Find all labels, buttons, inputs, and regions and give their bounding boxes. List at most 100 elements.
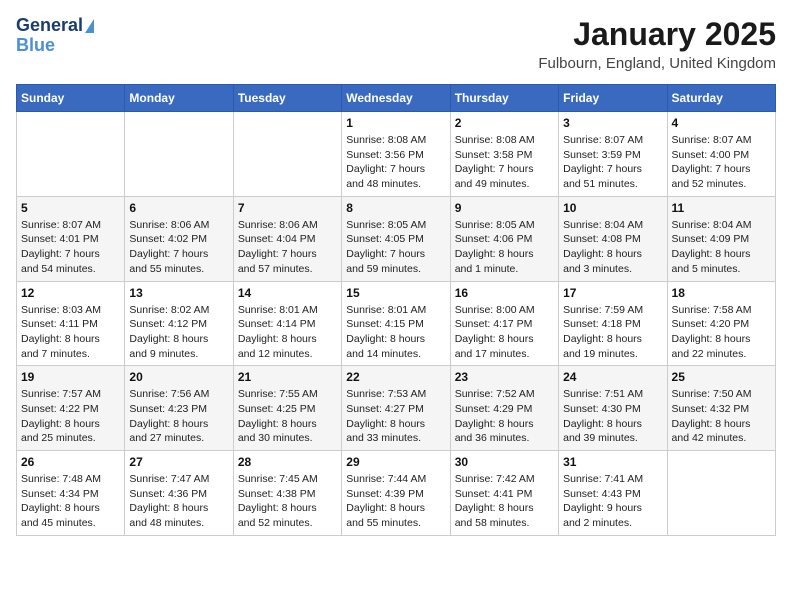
day-info: Sunrise: 7:53 AMSunset: 4:27 PMDaylight:… [346, 387, 445, 446]
day-number: 16 [455, 286, 554, 300]
logo: General Blue [16, 16, 94, 56]
day-number: 25 [672, 370, 771, 384]
day-info: Sunrise: 8:04 AMSunset: 4:09 PMDaylight:… [672, 218, 771, 277]
day-number: 28 [238, 455, 337, 469]
day-info: Sunrise: 7:59 AMSunset: 4:18 PMDaylight:… [563, 303, 662, 362]
day-info: Sunrise: 8:08 AMSunset: 3:58 PMDaylight:… [455, 133, 554, 192]
day-info: Sunrise: 8:01 AMSunset: 4:14 PMDaylight:… [238, 303, 337, 362]
day-info: Sunrise: 7:45 AMSunset: 4:38 PMDaylight:… [238, 472, 337, 531]
day-cell: 21 Sunrise: 7:55 AMSunset: 4:25 PMDayligh… [233, 366, 341, 451]
day-header-sunday: Sunday [17, 85, 125, 112]
day-info: Sunrise: 7:58 AMSunset: 4:20 PMDaylight:… [672, 303, 771, 362]
day-number: 29 [346, 455, 445, 469]
day-info: Sunrise: 8:08 AMSunset: 3:56 PMDaylight:… [346, 133, 445, 192]
day-number: 20 [129, 370, 228, 384]
day-info: Sunrise: 8:05 AMSunset: 4:06 PMDaylight:… [455, 218, 554, 277]
day-number: 23 [455, 370, 554, 384]
day-number: 13 [129, 286, 228, 300]
day-cell: 8 Sunrise: 8:05 AMSunset: 4:05 PMDaylight… [342, 196, 450, 281]
day-number: 8 [346, 201, 445, 215]
day-number: 2 [455, 116, 554, 130]
day-cell: 11 Sunrise: 8:04 AMSunset: 4:09 PMDayligh… [667, 196, 775, 281]
day-cell: 2 Sunrise: 8:08 AMSunset: 3:58 PMDaylight… [450, 112, 558, 197]
day-info: Sunrise: 8:07 AMSunset: 4:00 PMDaylight:… [672, 133, 771, 192]
day-cell: 9 Sunrise: 8:05 AMSunset: 4:06 PMDaylight… [450, 196, 558, 281]
day-cell: 19 Sunrise: 7:57 AMSunset: 4:22 PMDayligh… [17, 366, 125, 451]
day-number: 9 [455, 201, 554, 215]
day-number: 12 [21, 286, 120, 300]
day-info: Sunrise: 7:48 AMSunset: 4:34 PMDaylight:… [21, 472, 120, 531]
day-info: Sunrise: 8:07 AMSunset: 3:59 PMDaylight:… [563, 133, 662, 192]
day-info: Sunrise: 8:01 AMSunset: 4:15 PMDaylight:… [346, 303, 445, 362]
calendar-subtitle: Fulbourn, England, United Kingdom [538, 55, 776, 72]
day-number: 26 [21, 455, 120, 469]
day-number: 31 [563, 455, 662, 469]
day-cell: 14 Sunrise: 8:01 AMSunset: 4:14 PMDayligh… [233, 281, 341, 366]
day-cell: 3 Sunrise: 8:07 AMSunset: 3:59 PMDaylight… [559, 112, 667, 197]
day-info: Sunrise: 8:04 AMSunset: 4:08 PMDaylight:… [563, 218, 662, 277]
day-number: 21 [238, 370, 337, 384]
day-header-wednesday: Wednesday [342, 85, 450, 112]
week-row-2: 5Sunrise: 8:07 AMSunset: 4:01 PMDaylight… [17, 196, 776, 281]
week-row-1: 1 Sunrise: 8:08 AMSunset: 3:56 PMDaylight… [17, 112, 776, 197]
day-cell: 30 Sunrise: 7:42 AMSunset: 4:41 PMDayligh… [450, 451, 558, 536]
day-info: Sunrise: 8:05 AMSunset: 4:05 PMDaylight:… [346, 218, 445, 277]
logo-text-line1: General [16, 16, 83, 36]
day-cell: 28 Sunrise: 7:45 AMSunset: 4:38 PMDayligh… [233, 451, 341, 536]
day-number: 3 [563, 116, 662, 130]
day-cell: 22 Sunrise: 7:53 AMSunset: 4:27 PMDayligh… [342, 366, 450, 451]
day-number: 14 [238, 286, 337, 300]
calendar-table: SundayMondayTuesdayWednesdayThursdayFrid… [16, 84, 776, 536]
day-info: Sunrise: 8:06 AMSunset: 4:02 PMDaylight:… [129, 218, 228, 277]
week-row-5: 26 Sunrise: 7:48 AMSunset: 4:34 PMDayligh… [17, 451, 776, 536]
logo-triangle-icon [85, 19, 94, 33]
day-cell: 18 Sunrise: 7:58 AMSunset: 4:20 PMDayligh… [667, 281, 775, 366]
day-cell: 7Sunrise: 8:06 AMSunset: 4:04 PMDaylight… [233, 196, 341, 281]
day-info: Sunrise: 7:52 AMSunset: 4:29 PMDaylight:… [455, 387, 554, 446]
day-info: Sunrise: 8:00 AMSunset: 4:17 PMDaylight:… [455, 303, 554, 362]
day-cell: 6 Sunrise: 8:06 AMSunset: 4:02 PMDaylight… [125, 196, 233, 281]
day-number: 1 [346, 116, 445, 130]
day-cell: 23 Sunrise: 7:52 AMSunset: 4:29 PMDayligh… [450, 366, 558, 451]
day-cell: 15 Sunrise: 8:01 AMSunset: 4:15 PMDayligh… [342, 281, 450, 366]
week-row-4: 19 Sunrise: 7:57 AMSunset: 4:22 PMDayligh… [17, 366, 776, 451]
page-header: General Blue January 2025 Fulbourn, Engl… [16, 16, 776, 72]
day-info: Sunrise: 7:56 AMSunset: 4:23 PMDaylight:… [129, 387, 228, 446]
day-number: 17 [563, 286, 662, 300]
day-cell: 20 Sunrise: 7:56 AMSunset: 4:23 PMDayligh… [125, 366, 233, 451]
header-row: SundayMondayTuesdayWednesdayThursdayFrid… [17, 85, 776, 112]
day-cell: 31 Sunrise: 7:41 AMSunset: 4:43 PMDayligh… [559, 451, 667, 536]
day-number: 19 [21, 370, 120, 384]
day-cell: 25Sunrise: 7:50 AMSunset: 4:32 PMDayligh… [667, 366, 775, 451]
day-number: 5 [21, 201, 120, 215]
title-block: January 2025 Fulbourn, England, United K… [538, 16, 776, 72]
day-number: 18 [672, 286, 771, 300]
day-header-tuesday: Tuesday [233, 85, 341, 112]
day-info: Sunrise: 7:51 AMSunset: 4:30 PMDaylight:… [563, 387, 662, 446]
day-cell: 24Sunrise: 7:51 AMSunset: 4:30 PMDayligh… [559, 366, 667, 451]
day-cell: 1 Sunrise: 8:08 AMSunset: 3:56 PMDaylight… [342, 112, 450, 197]
day-number: 6 [129, 201, 228, 215]
day-number: 4 [672, 116, 771, 130]
day-cell: 27Sunrise: 7:47 AMSunset: 4:36 PMDayligh… [125, 451, 233, 536]
day-info: Sunrise: 7:57 AMSunset: 4:22 PMDaylight:… [21, 387, 120, 446]
day-number: 30 [455, 455, 554, 469]
day-header-thursday: Thursday [450, 85, 558, 112]
day-info: Sunrise: 7:44 AMSunset: 4:39 PMDaylight:… [346, 472, 445, 531]
day-number: 11 [672, 201, 771, 215]
day-number: 22 [346, 370, 445, 384]
day-cell: 5Sunrise: 8:07 AMSunset: 4:01 PMDaylight… [17, 196, 125, 281]
day-cell: 12Sunrise: 8:03 AMSunset: 4:11 PMDayligh… [17, 281, 125, 366]
day-number: 15 [346, 286, 445, 300]
day-number: 10 [563, 201, 662, 215]
day-cell: 4 Sunrise: 8:07 AMSunset: 4:00 PMDaylight… [667, 112, 775, 197]
day-cell [667, 451, 775, 536]
day-cell: 10 Sunrise: 8:04 AMSunset: 4:08 PMDayligh… [559, 196, 667, 281]
day-info: Sunrise: 7:55 AMSunset: 4:25 PMDaylight:… [238, 387, 337, 446]
day-header-friday: Friday [559, 85, 667, 112]
day-info: Sunrise: 7:41 AMSunset: 4:43 PMDaylight:… [563, 472, 662, 531]
day-info: Sunrise: 7:42 AMSunset: 4:41 PMDaylight:… [455, 472, 554, 531]
week-row-3: 12Sunrise: 8:03 AMSunset: 4:11 PMDayligh… [17, 281, 776, 366]
day-cell [233, 112, 341, 197]
day-cell [17, 112, 125, 197]
